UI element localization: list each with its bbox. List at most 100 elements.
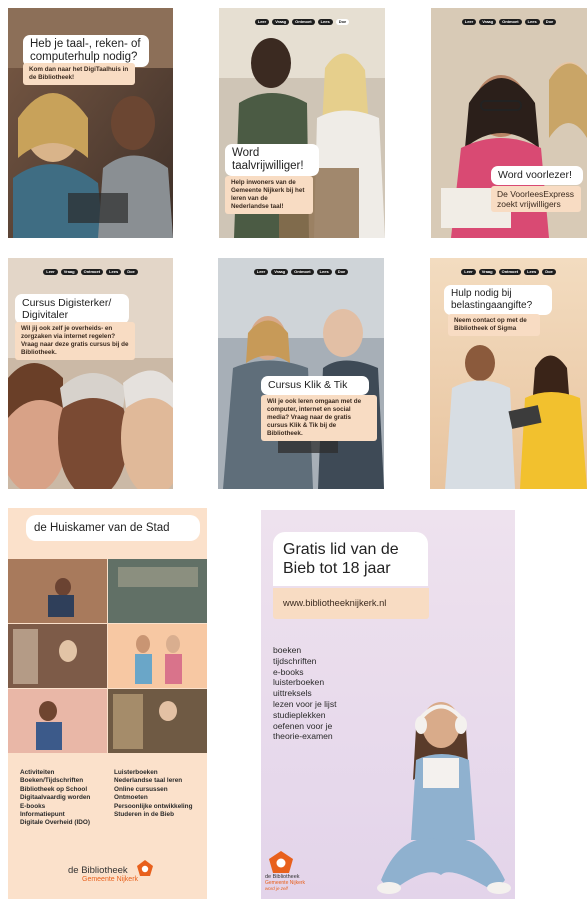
poster-title: Word voorlezer! [498,169,572,181]
list-item: theorie-examen [273,731,333,742]
poster-taalvrijwilliger: Leer Vraag Ontmoet Lees Doe Word taalvri… [219,8,385,238]
library-logo-icon [137,860,153,876]
list-item: uittreksels [273,688,312,699]
list-item: Nederlandse taal leren [114,777,183,785]
nav-pill-bar: Leer Vraag Ontmoet Lees Doe [431,19,587,25]
pill-lees: Lees [524,269,540,275]
pill-ontmoet: Ontmoet [498,269,522,275]
list-item: Activiteiten [20,769,55,776]
service-list-left: Activiteiten Boeken/Tijdschriften Biblio… [20,769,115,828]
poster-title-box: Word taalvrijwilliger! [225,144,319,176]
list-item: Online cursussen [114,785,168,793]
poster-subtitle: Wil je ook leren omgaan met de computer,… [267,398,362,437]
url-box: www.bibliotheeknijkerk.nl [273,588,429,619]
pill-ontmoet: Ontmoet [291,269,314,275]
pill-lees: Lees [106,269,122,275]
pill-doe: Doe [542,269,556,275]
poster-subtitle-box: Wil je ook leren omgaan met de computer,… [261,395,377,441]
list-item: E-books [20,802,46,810]
pill-lees: Lees [316,269,332,275]
poster-title-box: Word voorlezer! [491,166,583,185]
poster-subtitle: Kom dan naar het DigiTaalhuis in de Bibl… [29,66,129,81]
pill-vraag: Vraag [479,19,497,25]
pill-vraag: Vraag [272,19,290,25]
poster-subtitle-box: Neem contact op met de Bibliotheek of Si… [448,314,540,336]
pill-vraag: Vraag [478,269,496,275]
poster-title-box: Gratis lid van de Bieb tot 18 jaar [273,532,428,586]
poster-title: Hulp nodig bij belastingaangifte? [451,288,533,311]
poster-title: Gratis lid van de Bieb tot 18 jaar [283,541,399,577]
poster-subtitle: De VoorleesExpress zoekt vrijwilligers [497,189,575,209]
library-logo: de Bibliotheek Gemeente Nijkerk word je … [265,850,355,891]
pill-leer: Leer [461,19,477,25]
list-item: studieplekken [273,709,326,720]
poster-title-box: de Huiskamer van de Stad [26,515,200,541]
offer-list: boeken tijdschriften e-books luisterboek… [273,645,383,742]
pill-leer: Leer [254,19,270,25]
list-item: Studeren in de Bieb [114,811,175,819]
service-list-right: Luisterboeken Nederlandse taal leren Onl… [114,769,206,819]
pill-leer: Leer [43,269,58,275]
pill-leer: Leer [461,269,476,275]
pill-vraag: Vraag [60,269,78,275]
list-item: Ontmoeten [114,794,148,802]
poster-subtitle-box: Wil jij ook zelf je overheids- en zorgza… [15,322,135,360]
poster-digitaalhuis: Heb je taal-, reken- of computerhulp nod… [8,8,173,238]
poster-subtitle: Neem contact op met de Bibliotheek of Si… [454,317,527,332]
nav-pill-bar: Leer Vraag Ontmoet Lees Doe [218,269,384,275]
pill-lees: Lees [524,19,540,25]
poster-belastingaangifte: Leer Vraag Ontmoet Lees Doe Hulp nodig b… [430,258,587,489]
library-logo-subtitle: Gemeente Nijkerk [82,876,139,883]
poster-title-box: Cursus Digisterker/ Digivitaler [15,294,129,324]
nav-pill-bar: Leer Vraag Ontmoet Lees Doe [430,269,587,275]
poster-voorlezer: Leer Vraag Ontmoet Lees Doe Word voorlez… [431,8,587,238]
list-item: Boeken/Tijdschriften [20,777,84,785]
pill-doe: Doe [335,19,350,25]
poster-klik-tik: Leer Vraag Ontmoet Lees Doe Cursus Klik … [218,258,384,489]
poster-subtitle: Wil jij ook zelf je overheids- en zorgza… [21,325,129,356]
poster-title-box: Hulp nodig bij belastingaangifte? [444,285,552,315]
list-item: tijdschriften [273,655,317,666]
list-item: Persoonlijke ontwikkeling [114,802,193,810]
poster-title: Word taalvrijwilliger! [232,147,304,172]
pill-ontmoet: Ontmoet [80,269,104,275]
list-item: Luisterboeken [114,769,158,776]
poster-subtitle-box: De VoorleesExpress zoekt vrijwilligers [491,186,581,212]
photo-grid [8,559,207,753]
list-item: Digitaalvaardig worden [20,794,91,802]
poster-subtitle-box: Help inwoners van de Gemeente Nijkerk bi… [225,176,313,214]
list-item: oefenen voor je [273,720,333,731]
list-item: e-books [273,666,304,677]
pill-lees: Lees [317,19,333,25]
poster-gratis-lid: Gratis lid van de Bieb tot 18 jaar www.b… [261,510,515,899]
pill-doe: Doe [334,269,349,275]
pill-ontmoet: Ontmoet [499,19,522,25]
poster-title-box: Cursus Klik & Tik [261,376,369,395]
list-item: luisterboeken [273,677,325,688]
poster-title: Cursus Digisterker/ Digivitaler [22,297,112,321]
list-item: Digitale Overheid (IDO) [20,819,90,827]
poster-title: Cursus Klik & Tik [268,379,348,391]
poster-title: Heb je taal-, reken- of computerhulp nod… [30,38,141,63]
poster-photo-computer-class [218,258,384,489]
poster-digisterker: Leer Vraag Ontmoet Lees Doe Cursus Digis… [8,258,173,489]
website-url: www.bibliotheeknijkerk.nl [283,598,387,608]
list-item: lezen voor je lijst [273,698,337,709]
pill-doe: Doe [124,269,138,275]
nav-pill-bar: Leer Vraag Ontmoet Lees Doe [8,269,173,275]
library-logo: de Bibliotheek Gemeente Nijkerk [68,860,198,884]
nav-pill-bar: Leer Vraag Ontmoet Lees Doe [219,19,385,25]
library-logo-tagline: word je zelf [265,886,288,891]
list-item: Informatiepunt [20,811,65,819]
pill-leer: Leer [253,269,269,275]
poster-subtitle: Help inwoners van de Gemeente Nijkerk bi… [231,179,305,210]
girl-headphones-photo [377,702,511,894]
pill-ontmoet: Ontmoet [292,19,315,25]
list-item: Bibliotheek op School [20,785,88,793]
pill-doe: Doe [542,19,557,25]
poster-subtitle-box: Kom dan naar het DigiTaalhuis in de Bibl… [23,63,135,85]
poster-huiskamer: de Huiskamer van de Stad Activiteiten Bo… [8,508,207,899]
library-logo-icon [269,851,293,873]
list-item: boeken [273,645,302,655]
poster-photo-faces [8,258,173,489]
